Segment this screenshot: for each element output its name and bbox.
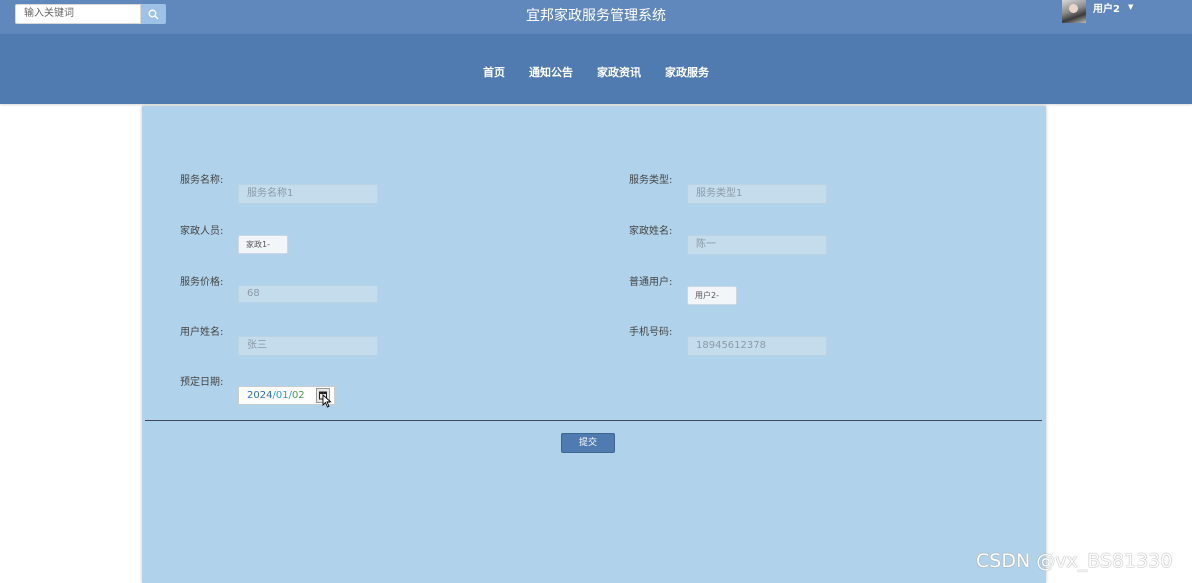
booking-date-input[interactable]: 2024/01/02 bbox=[238, 386, 335, 405]
service-price-label: 服务价格: bbox=[180, 277, 224, 288]
service-type-field[interactable]: 服务类型1 bbox=[687, 184, 827, 204]
top-bar: 输入关键词 宜邦家政服务管理系统 用户2 ▼ bbox=[0, 0, 1192, 34]
housekeeper-name-field[interactable]: 陈一 bbox=[687, 235, 827, 255]
user-name-label: 用户姓名: bbox=[180, 327, 224, 338]
avatar[interactable] bbox=[1062, 0, 1086, 23]
nav-item-service[interactable]: 家政服务 bbox=[665, 64, 709, 80]
watermark: CSDN @vx_BS81330 bbox=[976, 550, 1173, 572]
date-month: 01 bbox=[275, 390, 289, 401]
service-price-field[interactable]: 68 bbox=[238, 285, 378, 303]
site-title: 宜邦家政服务管理系统 bbox=[526, 8, 666, 24]
service-name-field[interactable]: 服务名称1 bbox=[238, 184, 378, 204]
phone-label: 手机号码: bbox=[629, 327, 673, 338]
nav-item-news[interactable]: 家政资讯 bbox=[597, 64, 641, 80]
nav-item-home[interactable]: 首页 bbox=[483, 64, 505, 80]
housekeeper-select[interactable]: 家政1- bbox=[238, 235, 288, 254]
form-divider bbox=[145, 420, 1042, 421]
date-year: 2024 bbox=[247, 390, 273, 401]
form-panel: 服务名称: 服务名称1 服务类型: 服务类型1 家政人员: 家政1- 家政姓名:… bbox=[142, 106, 1046, 583]
phone-field[interactable]: 18945612378 bbox=[687, 336, 827, 356]
main-nav: 首页 通知公告 家政资讯 家政服务 bbox=[0, 34, 1192, 104]
booking-date-label: 预定日期: bbox=[180, 377, 224, 388]
mouse-cursor-icon bbox=[322, 394, 332, 408]
normal-user-select[interactable]: 用户2- bbox=[687, 286, 737, 305]
normal-user-label: 普通用户: bbox=[629, 277, 673, 288]
service-type-label: 服务类型: bbox=[629, 175, 673, 186]
submit-button[interactable]: 提交 bbox=[561, 433, 615, 453]
housekeeper-label: 家政人员: bbox=[180, 226, 224, 237]
chevron-down-icon[interactable]: ▼ bbox=[1128, 3, 1133, 11]
user-menu-name[interactable]: 用户2 bbox=[1093, 0, 1120, 15]
date-day: 02 bbox=[291, 390, 305, 401]
nav-item-notice[interactable]: 通知公告 bbox=[529, 64, 573, 80]
service-name-label: 服务名称: bbox=[180, 175, 224, 186]
housekeeper-name-label: 家政姓名: bbox=[629, 226, 673, 237]
user-name-field[interactable]: 张三 bbox=[238, 336, 378, 356]
